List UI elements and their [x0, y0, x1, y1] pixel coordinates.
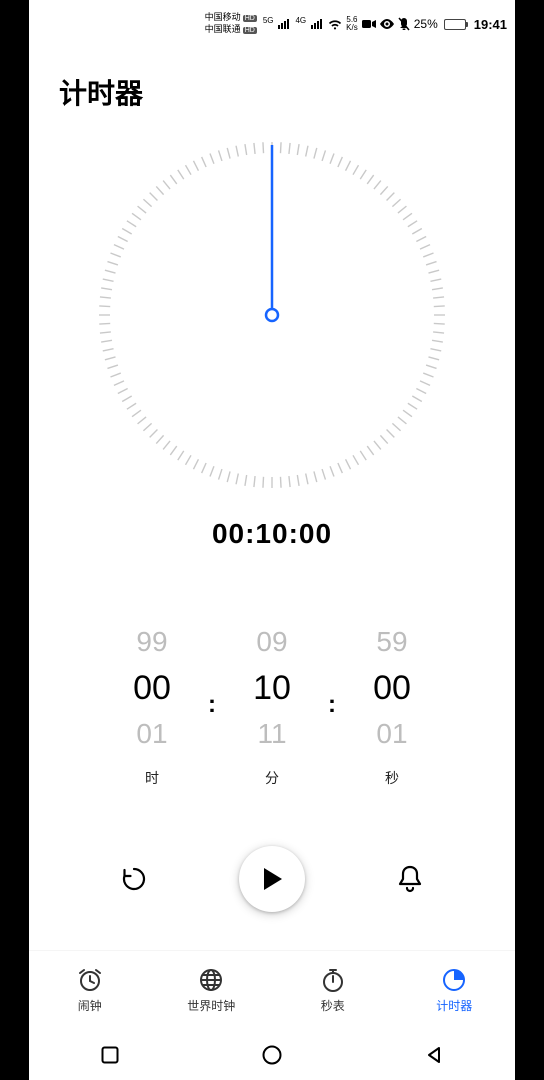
- triangle-back-icon: [425, 1046, 443, 1064]
- minute-prev: 09: [227, 622, 317, 662]
- circle-icon: [262, 1045, 282, 1065]
- tab-world-clock[interactable]: 世界时钟: [151, 951, 273, 1030]
- hour-label: 时: [107, 768, 197, 788]
- reset-icon: [119, 864, 149, 894]
- bell-icon: [396, 864, 424, 894]
- signal-bars-icon: [311, 19, 322, 29]
- tab-timer[interactable]: 计时器: [394, 951, 516, 1030]
- tab-stopwatch-label: 秒表: [321, 997, 345, 1014]
- stopwatch-icon: [320, 967, 346, 993]
- eye-icon: [380, 19, 394, 29]
- timer-icon: [441, 967, 467, 993]
- mute-icon: [398, 17, 410, 31]
- tab-timer-label: 计时器: [436, 997, 472, 1014]
- second-value: 00: [347, 662, 437, 714]
- system-nav: [29, 1030, 515, 1080]
- battery-percent: 25%: [414, 17, 438, 31]
- reset-button[interactable]: [108, 853, 160, 905]
- minute-picker[interactable]: 09 10 11 分: [227, 622, 317, 788]
- recents-button[interactable]: [99, 1044, 121, 1066]
- status-bar: 中国移动HD 中国联通HD 5G 4G 5.6K/s 25% 19:41: [29, 0, 515, 44]
- second-picker[interactable]: 59 00 01 秒: [347, 622, 437, 788]
- minute-label: 分: [227, 768, 317, 788]
- globe-icon: [198, 967, 224, 993]
- minute-value: 10: [227, 662, 317, 714]
- tab-world-label: 世界时钟: [187, 997, 235, 1014]
- battery-icon: [444, 19, 466, 30]
- home-button[interactable]: [261, 1044, 283, 1066]
- square-icon: [101, 1046, 119, 1064]
- play-icon: [260, 866, 284, 892]
- signal-bars-icon: [278, 19, 289, 29]
- start-button[interactable]: [239, 846, 305, 912]
- timer-time-display: 00:10:00: [29, 518, 515, 550]
- carrier-labels: 中国移动HD 中国联通HD: [205, 12, 257, 36]
- tab-alarm-label: 闹钟: [78, 997, 102, 1014]
- colon: :: [197, 691, 227, 719]
- hour-picker[interactable]: 99 00 01 时: [107, 622, 197, 788]
- page-title: 计时器: [29, 44, 515, 130]
- second-next: 01: [347, 714, 437, 754]
- duration-picker[interactable]: 99 00 01 时 : 09 10 11 分 : 59 00 01 秒: [29, 622, 515, 788]
- hour-value: 00: [107, 662, 197, 714]
- sound-button[interactable]: [384, 853, 436, 905]
- video-icon: [362, 19, 376, 29]
- second-label: 秒: [347, 768, 437, 788]
- minute-next: 11: [227, 714, 317, 754]
- back-button[interactable]: [423, 1044, 445, 1066]
- net-speed: 5.6K/s: [346, 16, 358, 32]
- timer-dial[interactable]: [97, 140, 447, 490]
- alarm-icon: [77, 967, 103, 993]
- hour-next: 01: [107, 714, 197, 754]
- bottom-nav: 闹钟 世界时钟 秒表 计时器: [29, 950, 515, 1030]
- network-4g-label: 4G: [295, 16, 306, 25]
- colon: :: [317, 691, 347, 719]
- wifi-icon: [328, 19, 342, 30]
- second-prev: 59: [347, 622, 437, 662]
- hour-prev: 99: [107, 622, 197, 662]
- tab-alarm[interactable]: 闹钟: [29, 951, 151, 1030]
- network-5g-label: 5G: [263, 16, 274, 25]
- status-time: 19:41: [474, 17, 507, 32]
- tab-stopwatch[interactable]: 秒表: [272, 951, 394, 1030]
